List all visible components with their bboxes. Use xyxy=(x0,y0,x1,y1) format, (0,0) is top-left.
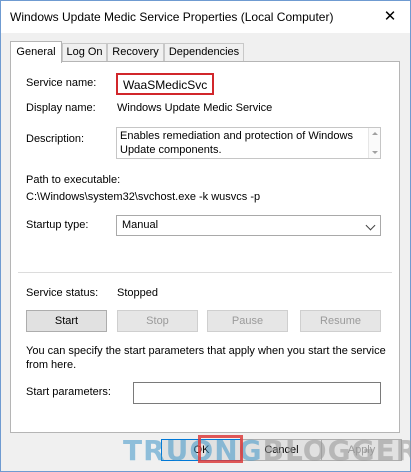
divider xyxy=(18,272,392,273)
properties-window: Windows Update Medic Service Properties … xyxy=(0,0,411,472)
service-name-field[interactable]: WaaSMedicSvc xyxy=(116,73,214,95)
service-name-label: Service name: xyxy=(26,77,97,89)
start-params-input[interactable] xyxy=(133,382,381,404)
description-value: Enables remediation and protection of Wi… xyxy=(120,130,353,156)
tab-log-on[interactable]: Log On xyxy=(62,43,107,61)
start-button[interactable]: Start xyxy=(26,310,107,332)
startup-type-label: Startup type: xyxy=(26,219,89,231)
description-scrollbar[interactable] xyxy=(368,128,380,158)
tab-recovery[interactable]: Recovery xyxy=(107,43,164,61)
service-name-value: WaaSMedicSvc xyxy=(123,78,208,92)
chevron-down-icon xyxy=(365,220,376,231)
watermark-logo: TRUONGBLOGGER xyxy=(123,434,411,468)
watermark-box xyxy=(198,435,243,463)
service-status-value: Stopped xyxy=(117,287,158,299)
startup-type-select[interactable]: Manual xyxy=(116,215,381,236)
path-value: C:\Windows\system32\svchost.exe -k wusvc… xyxy=(26,191,261,203)
resume-button[interactable]: Resume xyxy=(300,310,381,332)
scroll-up-icon[interactable] xyxy=(372,132,378,135)
tab-dependencies[interactable]: Dependencies xyxy=(164,43,244,61)
startup-type-value: Manual xyxy=(122,219,159,231)
path-label: Path to executable: xyxy=(26,174,121,186)
window-title: Windows Update Medic Service Properties … xyxy=(10,10,334,24)
watermark-part1: TRU xyxy=(123,434,190,467)
service-status-label: Service status: xyxy=(26,287,99,299)
pause-button[interactable]: Pause xyxy=(207,310,288,332)
description-label: Description: xyxy=(26,133,85,145)
close-icon[interactable]: ✕ xyxy=(380,8,400,26)
title-bar[interactable]: Windows Update Medic Service Properties … xyxy=(1,1,410,33)
scroll-down-icon[interactable] xyxy=(372,151,378,154)
display-name-label: Display name: xyxy=(26,102,96,114)
display-name-value: Windows Update Medic Service xyxy=(117,102,273,114)
start-params-note: You can specify the start parameters tha… xyxy=(26,345,386,371)
description-box[interactable]: Enables remediation and protection of Wi… xyxy=(116,127,381,159)
tab-general[interactable]: General xyxy=(10,41,62,63)
stop-button[interactable]: Stop xyxy=(117,310,198,332)
general-panel: Service name: WaaSMedicSvc Display name:… xyxy=(10,61,400,433)
watermark-part3: BLOGGER xyxy=(262,434,411,467)
start-params-label: Start parameters: xyxy=(26,386,111,398)
